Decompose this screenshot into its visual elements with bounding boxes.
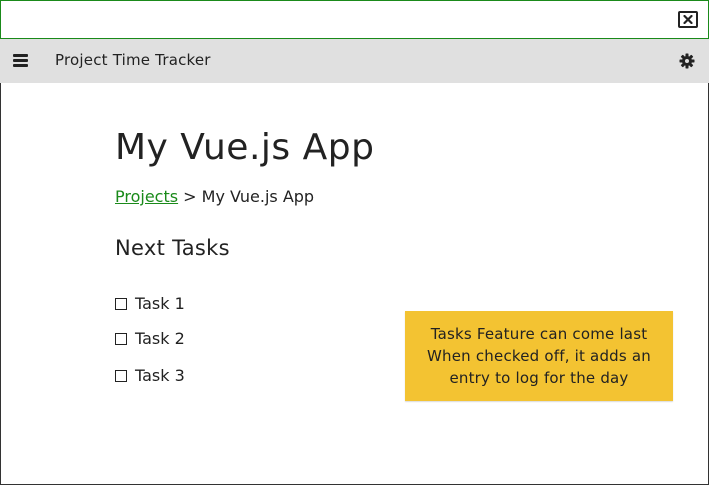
task-checkbox[interactable]: [115, 332, 127, 345]
task-label: Task 2: [135, 329, 185, 348]
page-title: My Vue.js App: [115, 127, 375, 168]
breadcrumb-projects-link[interactable]: Projects: [115, 187, 178, 206]
gear-icon: [679, 53, 695, 69]
breadcrumb: Projects > My Vue.js App: [115, 187, 314, 206]
task-item[interactable]: Task 2: [115, 329, 185, 348]
settings-button[interactable]: [679, 53, 695, 69]
app-title: Project Time Tracker: [55, 51, 211, 69]
sticky-note-line: entry to log for the day: [449, 369, 629, 387]
task-checkbox[interactable]: [115, 369, 127, 382]
main-content: My Vue.js App Projects > My Vue.js App N…: [0, 83, 709, 485]
breadcrumb-current: My Vue.js App: [201, 187, 315, 206]
close-icon: [683, 15, 693, 24]
breadcrumb-separator: >: [183, 187, 197, 206]
task-item[interactable]: Task 3: [115, 366, 185, 385]
task-label: Task 1: [135, 294, 185, 313]
sticky-note-line: Tasks Feature can come last: [430, 325, 648, 343]
app-header: Project Time Tracker: [0, 39, 709, 83]
window-title-bar: [0, 0, 709, 39]
hamburger-menu-icon[interactable]: [13, 54, 28, 67]
task-item[interactable]: Task 1: [115, 294, 185, 313]
task-checkbox[interactable]: [115, 297, 127, 310]
task-label: Task 3: [135, 366, 185, 385]
next-tasks-heading: Next Tasks: [115, 236, 230, 260]
sticky-note: Tasks Feature can come last When checked…: [405, 311, 673, 401]
sticky-note-line: When checked off, it adds an: [427, 347, 651, 365]
close-window-button[interactable]: [678, 11, 698, 28]
